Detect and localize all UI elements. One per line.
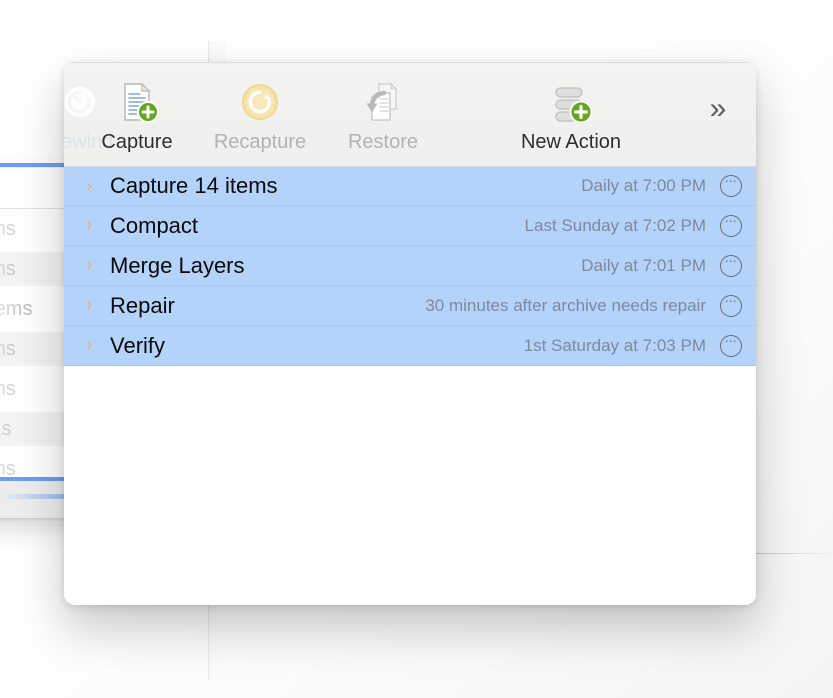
background-window-edge <box>748 553 833 554</box>
action-title: Compact <box>110 212 199 238</box>
toolbar-item-capture[interactable]: Capture <box>75 79 199 154</box>
row-more-button[interactable]: ⋯ <box>720 333 742 357</box>
list-item-label: items <box>0 257 16 280</box>
toolbar-overflow-button[interactable]: » <box>698 93 738 125</box>
table-row[interactable]: › Merge Layers Daily at 7:01 PM ⋯ <box>64 246 756 286</box>
chevron-right-icon[interactable]: › <box>86 177 104 196</box>
toolbar-item-restore[interactable]: Restore <box>321 79 445 154</box>
toolbar: Rewind <box>64 62 756 166</box>
toolbar-label-capture: Capture <box>101 131 173 153</box>
action-schedule: Last Sunday at 7:02 PM <box>524 215 706 235</box>
ellipsis-icon: ⋯ <box>724 174 738 188</box>
action-title: Capture 14 items <box>110 173 278 198</box>
action-title: Merge Layers <box>110 252 245 278</box>
toolbar-label-recapture: Recapture <box>213 131 307 153</box>
recapture-icon <box>198 79 322 125</box>
table-row[interactable]: › Repair 30 minutes after archive needs … <box>64 286 756 326</box>
ellipsis-icon: ⋯ <box>724 333 738 348</box>
list-item-label: items <box>0 377 16 400</box>
table-row[interactable]: › Capture 14 items Daily at 7:00 PM ⋯ <box>64 166 756 206</box>
row-more-button[interactable]: ⋯ <box>720 293 742 317</box>
toolbar-item-recapture[interactable]: Recapture <box>198 79 322 154</box>
ellipsis-icon: ⋯ <box>724 253 738 268</box>
row-more-button[interactable]: ⋯ <box>720 175 742 197</box>
action-title: Repair <box>110 292 175 318</box>
toolbar-label-restore: Restore <box>347 131 419 153</box>
chevron-right-icon[interactable]: › <box>86 336 104 355</box>
action-schedule: 30 minutes after archive needs repair <box>425 295 706 315</box>
ellipsis-icon: ⋯ <box>724 213 738 228</box>
action-title: Verify <box>110 332 166 358</box>
list-item-label: 0 items <box>0 297 33 320</box>
toolbar-label-new-action: New Action <box>520 131 622 153</box>
chevron-right-icon[interactable]: › <box>86 216 104 235</box>
list-item-label: items <box>0 457 16 480</box>
chevron-right-icon[interactable]: › <box>86 296 104 315</box>
chevron-right-icon[interactable]: › <box>86 256 104 275</box>
ellipsis-icon: ⋯ <box>724 293 738 308</box>
table-row[interactable]: › Compact Last Sunday at 7:02 PM ⋯ <box>64 206 756 246</box>
action-schedule: Daily at 7:01 PM <box>581 255 706 275</box>
list-item-label: items <box>0 217 16 240</box>
capture-icon <box>75 79 199 125</box>
list-item-label: tems <box>0 417 12 440</box>
screen: ms items items 0 items items items tems … <box>0 0 833 698</box>
action-schedule: 1st Saturday at 7:03 PM <box>523 335 706 355</box>
row-more-button[interactable]: ⋯ <box>720 213 742 237</box>
restore-icon <box>321 79 445 125</box>
toolbar-item-new-action[interactable]: New Action <box>509 79 633 154</box>
table-row[interactable]: › Verify 1st Saturday at 7:03 PM ⋯ <box>64 326 756 366</box>
action-list: › Capture 14 items Daily at 7:00 PM ⋯ › … <box>64 166 756 605</box>
new-action-icon <box>509 79 633 125</box>
action-schedule: Daily at 7:00 PM <box>581 176 706 195</box>
main-window: Rewind <box>64 62 756 605</box>
row-more-button[interactable]: ⋯ <box>720 253 742 277</box>
list-item-label: items <box>0 337 16 360</box>
